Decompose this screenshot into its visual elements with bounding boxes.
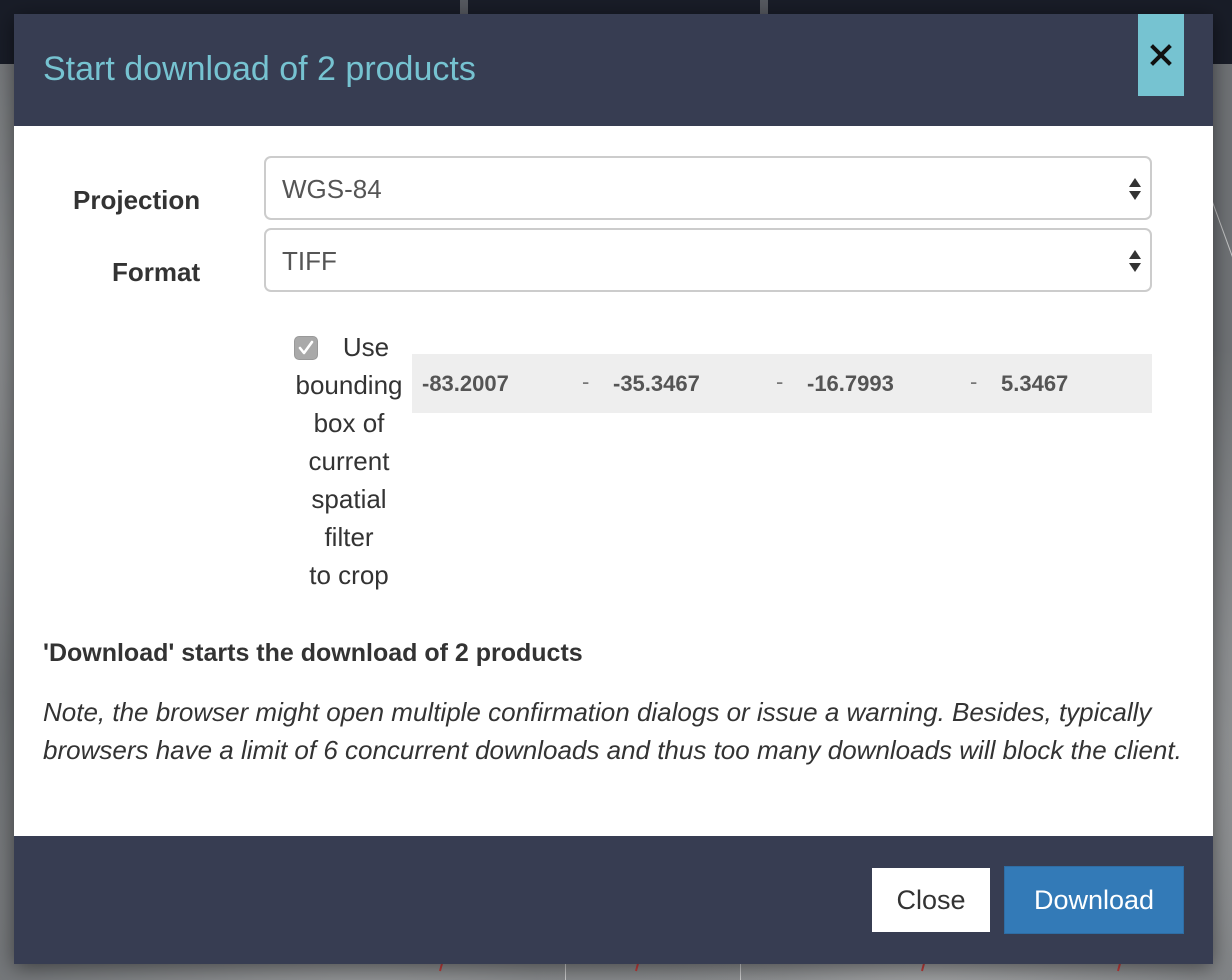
bbox-separator: -	[776, 369, 784, 394]
download-modal: Start download of 2 products Projection …	[14, 14, 1213, 964]
format-label: Format	[112, 257, 201, 287]
close-button[interactable]: Close	[872, 868, 990, 932]
format-value: TIFF	[282, 246, 337, 276]
modal-close-button[interactable]	[1138, 14, 1184, 96]
modal-footer: Close Download	[14, 836, 1213, 964]
bbox-max-x: -16.7993	[807, 371, 894, 396]
bbox-min-x: -83.2007	[422, 371, 509, 396]
crop-label-line: filter	[324, 522, 374, 552]
crop-label-line: current	[308, 446, 390, 476]
bbox-min-y: -35.3467	[613, 371, 700, 396]
crop-label-line: spatial	[311, 484, 387, 514]
projection-value: WGS-84	[282, 174, 382, 204]
crop-checkbox-label: Use bounding box of current spatial filt…	[286, 328, 412, 594]
close-icon	[1138, 44, 1184, 66]
bbox-separator: -	[582, 369, 590, 394]
crop-label-line: bounding	[295, 370, 403, 400]
crop-label-line: box of	[313, 408, 385, 438]
modal-header: Start download of 2 products	[14, 14, 1213, 126]
download-button[interactable]: Download	[1004, 866, 1184, 934]
bbox-separator: -	[970, 369, 978, 394]
checkmark-icon	[295, 337, 317, 359]
projection-select[interactable]: WGS-84	[264, 156, 1152, 220]
modal-title: Start download of 2 products	[43, 50, 476, 88]
bbox-max-y: 5.3467	[1001, 371, 1069, 396]
select-arrows-icon	[1128, 177, 1142, 205]
projection-label: Projection	[73, 185, 201, 215]
crop-label-line: to crop	[309, 560, 389, 590]
download-summary: 'Download' starts the download of 2 prod…	[43, 639, 583, 667]
download-note: Note, the browser might open multiple co…	[43, 697, 1182, 765]
crop-checkbox[interactable]	[294, 336, 318, 360]
format-select[interactable]: TIFF	[264, 228, 1152, 292]
crop-label-line: Use	[342, 332, 390, 362]
select-arrows-icon	[1128, 249, 1142, 277]
bounding-box-values: -83.2007 - -35.3467 - -16.7993 - 5.3467	[412, 354, 1152, 413]
